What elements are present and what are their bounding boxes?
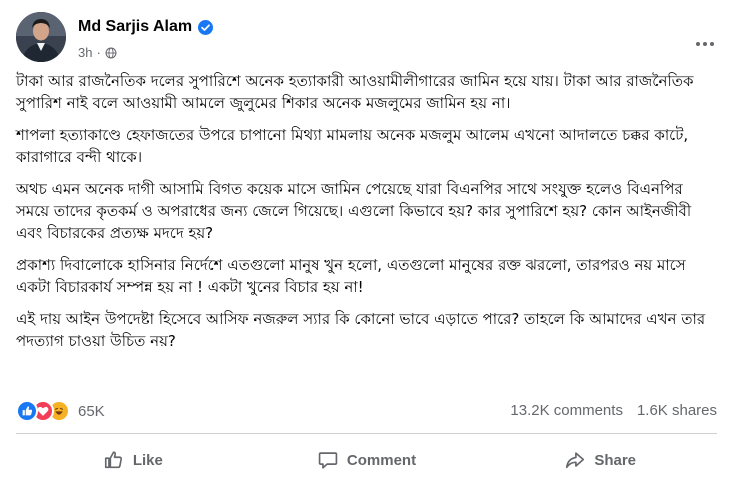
post-paragraph: শাপলা হত্যাকাণ্ডে হেফাজতের উপরে চাপানো ম… [16,126,689,166]
share-label: Share [594,451,637,469]
post-paragraph: টাকা আর রাজনৈতিক দলের সুপারিশে অনেক হত্য… [16,72,694,112]
reaction-count[interactable]: 65K [78,403,105,420]
reactions-summary[interactable]: 65K [16,400,105,422]
globe-icon[interactable] [105,47,117,59]
post-header: Md Sarjis Alam 3h · [16,12,733,64]
comments-count[interactable]: 13.2K comments [510,402,623,419]
verified-badge-icon [198,19,214,35]
author-name[interactable]: Md Sarjis Alam [78,18,192,36]
actions-divider [16,433,717,434]
post-paragraph: অথচ এমন অনেক দাগী আসামি বিগত কয়েক মাসে … [16,180,692,242]
comment-label: Comment [346,451,417,469]
post-actions: Like Comment Share [16,440,717,480]
post-time[interactable]: 3h [78,45,92,60]
more-options-icon[interactable] [693,34,717,54]
post-paragraph: এই দায় আইন উপদেষ্টা হিসেবে আসিফ নজরুল স… [16,310,706,350]
post-paragraph: প্রকাশ্য দিবালোকে হাসিনার নির্দেশে এতগুল… [16,256,686,296]
meta-separator: · [96,45,101,60]
share-arrow-icon [566,452,585,469]
thumbs-up-icon [104,451,122,469]
post-stats: 65K 13.2K comments 1.6K shares [16,400,717,424]
like-reaction-icon [16,400,38,422]
shares-count[interactable]: 1.6K shares [637,402,717,419]
like-button[interactable]: Like [16,440,250,480]
share-button[interactable]: Share [483,440,717,480]
comment-icon [318,452,338,469]
post-body: টাকা আর রাজনৈতিক দলের সুপারিশে অনেক হত্য… [16,70,719,362]
like-label: Like [132,451,163,469]
avatar[interactable] [16,12,66,62]
comment-button[interactable]: Comment [250,440,484,480]
